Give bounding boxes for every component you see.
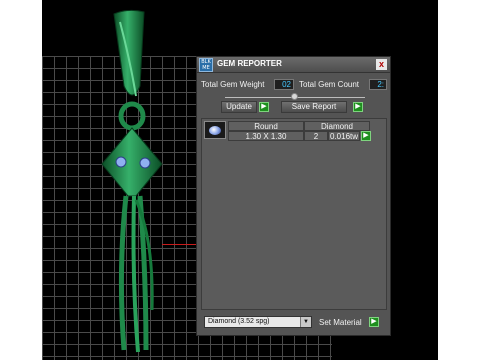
total-count-label: Total Gem Count xyxy=(299,80,360,89)
gem-count-cell: 2 xyxy=(304,131,328,141)
material-select-value: Diamond (3.52 spg) xyxy=(208,318,270,325)
material-select[interactable]: Diamond (3.52 spg) ▼ xyxy=(204,316,312,328)
dropdown-arrow-icon[interactable]: ▼ xyxy=(300,317,311,327)
gem-row-arrow-icon[interactable]: ▶ xyxy=(361,131,371,141)
total-weight-label: Total Gem Weight xyxy=(201,80,265,89)
column-header-shape: Round xyxy=(228,121,304,131)
total-count-value: 2: xyxy=(369,79,387,90)
save-report-arrow-icon[interactable]: ▶ xyxy=(353,102,363,112)
totals-row: Total Gem Weight 02 Total Gem Count 2: xyxy=(197,78,390,92)
action-row: Update ▶ Save Report ▶ xyxy=(197,101,390,113)
dialog-title: GEM REPORTER xyxy=(217,59,282,68)
round-gem-icon xyxy=(209,126,221,135)
gem-size-cell: 1.30 X 1.30 xyxy=(228,131,304,141)
set-material-arrow-icon[interactable]: ▶ xyxy=(369,317,379,327)
close-button[interactable]: x xyxy=(376,59,387,70)
gem-weight-cell: 0.016tw xyxy=(328,131,360,141)
gem-thumbnail[interactable] xyxy=(204,121,226,139)
gem-list-panel[interactable]: Round Diamond 1.30 X 1.30 2 0.016tw ▶ xyxy=(201,118,387,310)
app-logo-icon: BLK ME xyxy=(199,58,213,72)
total-weight-value: 02 xyxy=(274,79,294,90)
dialog-titlebar[interactable]: BLK ME GEM REPORTER x xyxy=(197,57,390,73)
set-material-label[interactable]: Set Material xyxy=(319,318,362,327)
save-report-button[interactable]: Save Report xyxy=(281,101,347,113)
column-header-material: Diamond xyxy=(304,121,370,131)
slider-thumb[interactable] xyxy=(291,93,298,100)
material-row: Diamond (3.52 spg) ▼ Set Material ▶ xyxy=(197,316,390,330)
gem-reporter-dialog: BLK ME GEM REPORTER x Total Gem Weight 0… xyxy=(196,56,391,336)
update-button[interactable]: Update xyxy=(221,101,257,113)
update-arrow-icon[interactable]: ▶ xyxy=(259,102,269,112)
